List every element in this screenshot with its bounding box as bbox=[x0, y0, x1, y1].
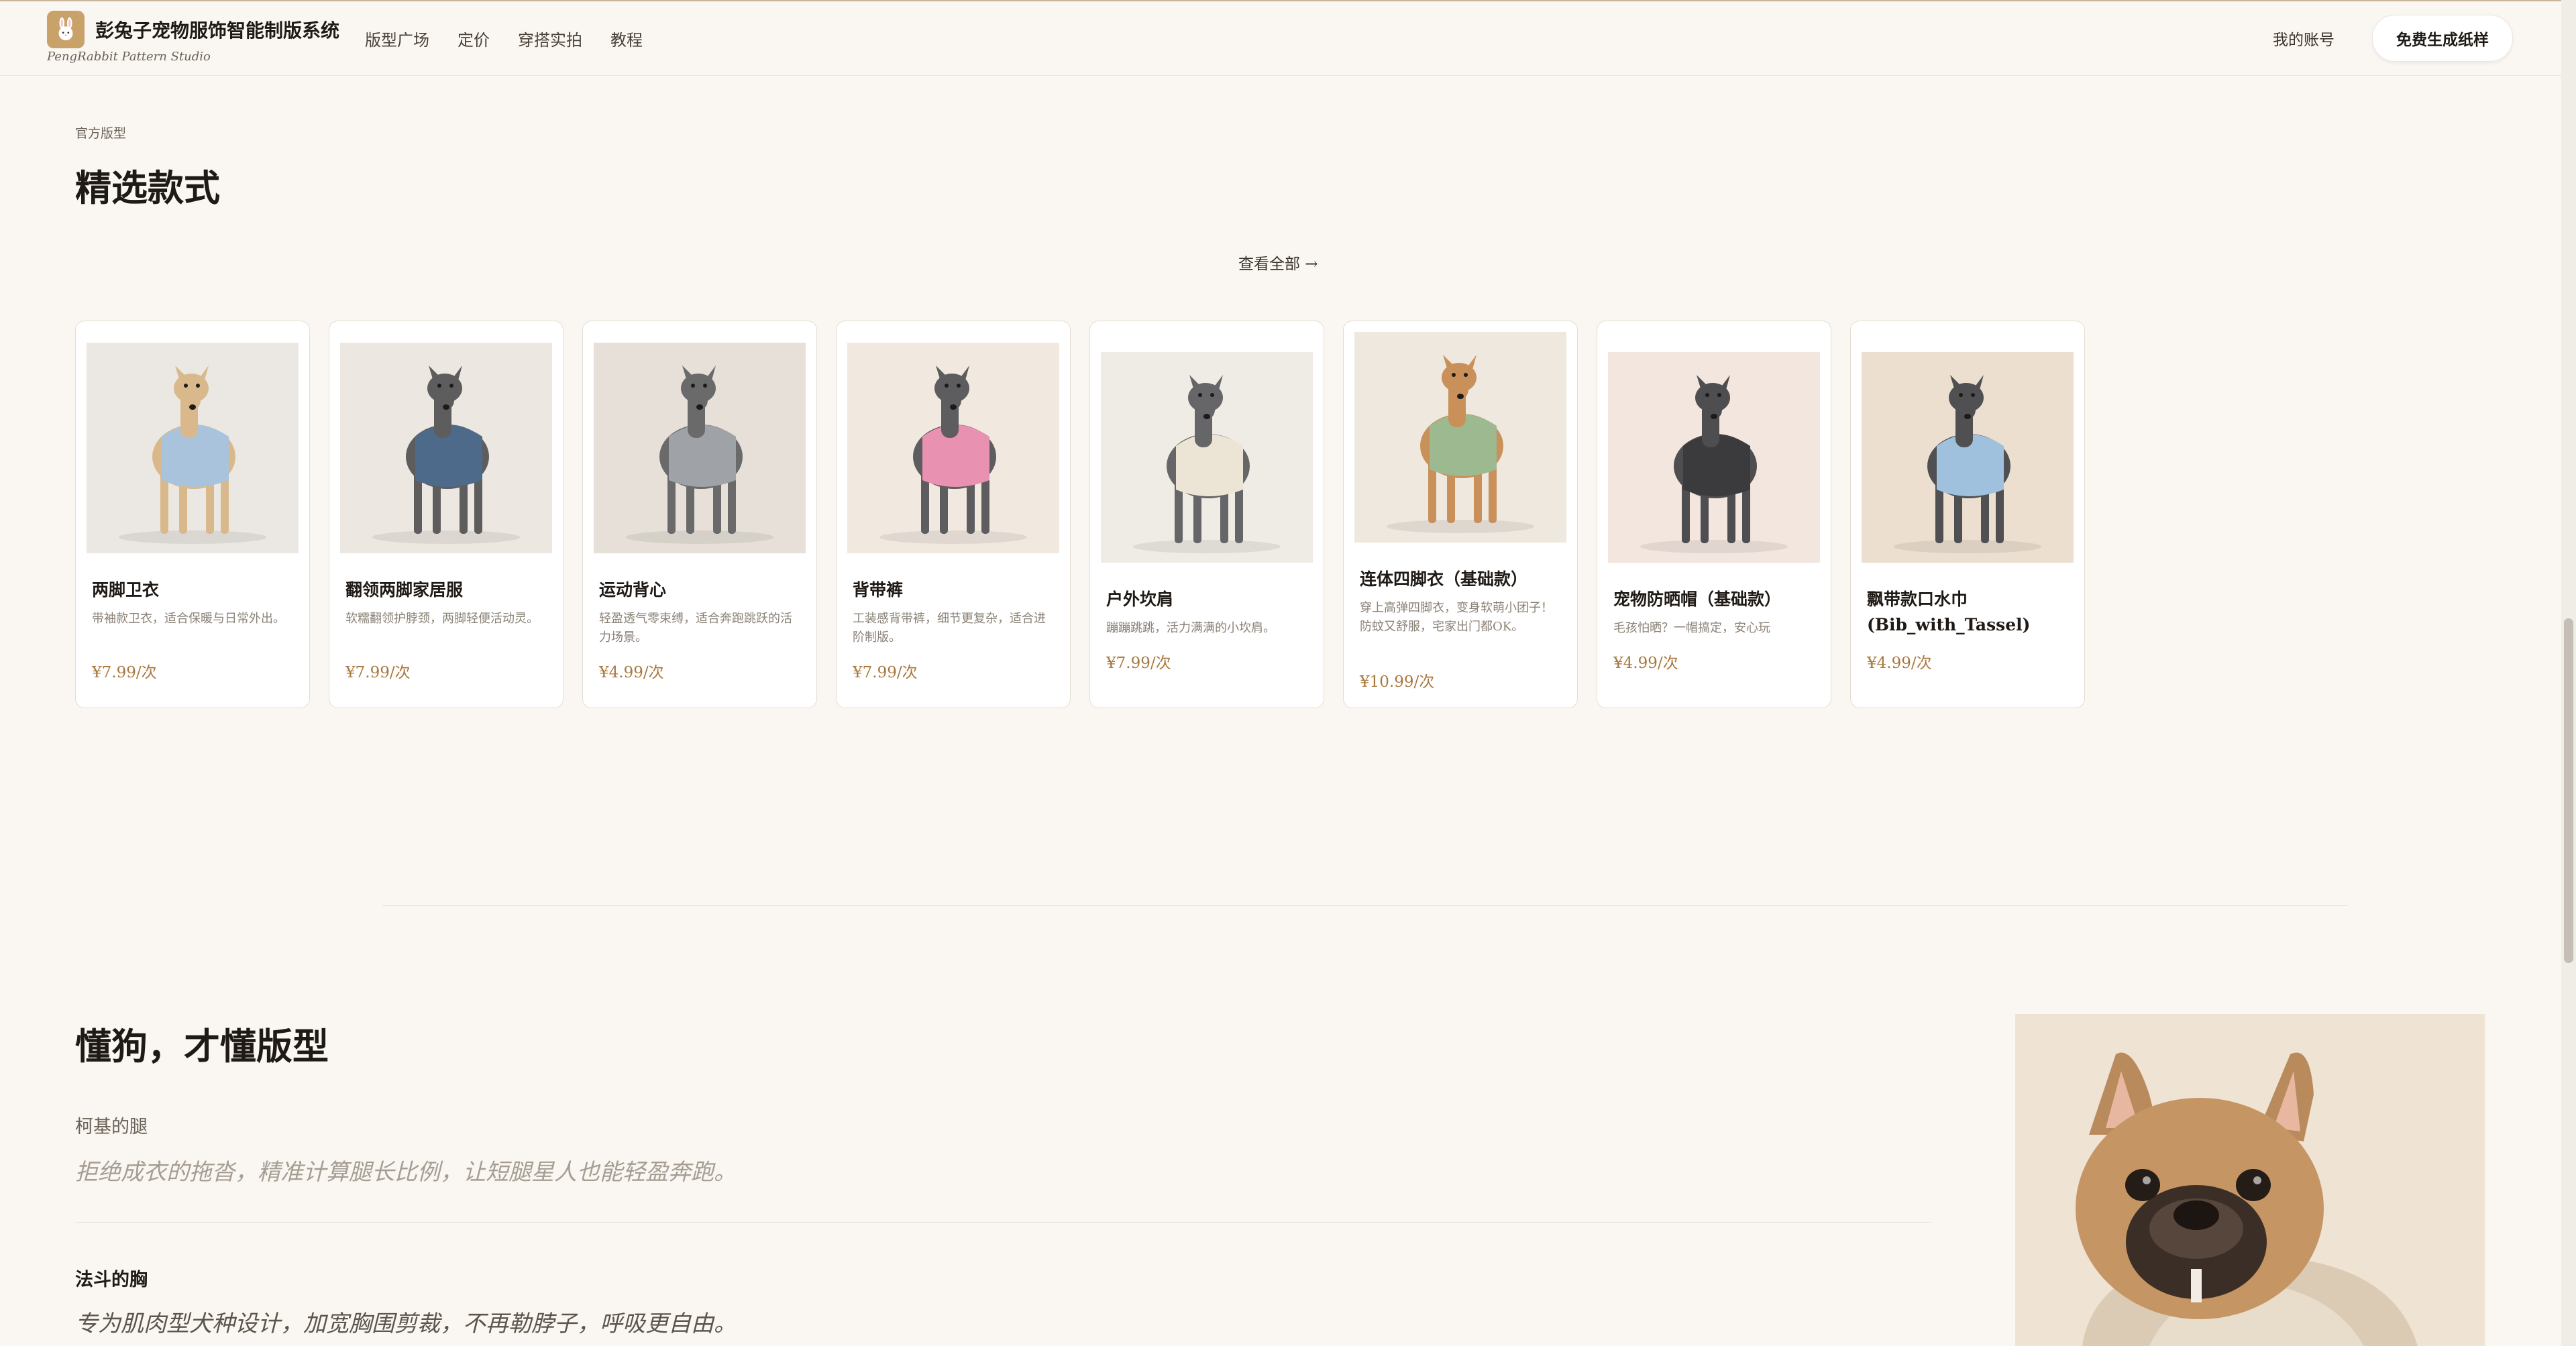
product-photo bbox=[594, 343, 806, 553]
view-all-link[interactable]: 查看全部 → bbox=[1238, 251, 1318, 274]
product-name: 连体四脚衣（基础款） bbox=[1360, 569, 1528, 589]
product-photo bbox=[1354, 332, 1566, 543]
product-price: ¥7.99/次 bbox=[92, 664, 157, 681]
product-photo bbox=[1101, 352, 1313, 563]
nav-item-outfits[interactable]: 穿搭实拍 bbox=[518, 27, 582, 50]
free-pattern-button[interactable]: 免费生成纸样 bbox=[2372, 15, 2513, 62]
product-name: 背带裤 bbox=[853, 580, 904, 600]
product-price: ¥4.99/次 bbox=[599, 664, 664, 681]
product-description: 蹦蹦跳跳，活力满满的小坎肩。 bbox=[1106, 621, 1275, 635]
nav-item-tutorials[interactable]: 教程 bbox=[610, 27, 643, 50]
main-nav: 版型广场 定价 穿搭实拍 教程 bbox=[365, 27, 643, 50]
product-description: 软糯翻领护脖颈，两脚轻便活动灵。 bbox=[345, 612, 539, 626]
product-price: ¥7.99/次 bbox=[1106, 655, 1171, 672]
product-description: 毛孩怕晒？一帽搞定，安心玩 bbox=[1613, 621, 1770, 635]
product-description: 工装感背带裤，细节更复杂，适合进阶制版。 bbox=[853, 612, 1046, 644]
product-price: ¥10.99/次 bbox=[1360, 673, 1435, 691]
nav-item-patterns[interactable]: 版型广场 bbox=[365, 27, 429, 50]
product-photo bbox=[1608, 352, 1820, 563]
product-card[interactable]: 翻领两脚家居服 软糯翻领护脖颈，两脚轻便活动灵。 ¥7.99/次 bbox=[329, 321, 564, 708]
product-card[interactable]: 两脚卫衣 带袖款卫衣，适合保暖与日常外出。 ¥7.99/次 bbox=[75, 321, 310, 708]
feature-divider bbox=[75, 1222, 1931, 1223]
account-link[interactable]: 我的账号 bbox=[2273, 27, 2334, 50]
section-eyebrow: 官方版型 bbox=[75, 126, 127, 141]
product-card[interactable]: 背带裤 工装感背带裤，细节更复杂，适合进阶制版。 ¥7.99/次 bbox=[836, 321, 1071, 708]
product-description: 轻盈透气零束缚，适合奔跑跳跃的活力场景。 bbox=[599, 612, 792, 644]
product-description: 带袖款卫衣，适合保暖与日常外出。 bbox=[92, 612, 285, 626]
product-card[interactable]: 连体四脚衣（基础款） 穿上高弹四脚衣，变身软萌小团子！防蚊又舒服，宅家出门都OK… bbox=[1343, 321, 1578, 708]
product-price: ¥7.99/次 bbox=[853, 664, 918, 681]
french-bulldog-photo bbox=[2015, 1014, 2485, 1346]
rabbit-icon[interactable] bbox=[47, 11, 85, 48]
product-photo bbox=[87, 343, 299, 553]
product-price: ¥4.99/次 bbox=[1867, 655, 1932, 672]
product-price: ¥7.99/次 bbox=[345, 664, 411, 681]
product-card[interactable]: 户外坎肩 蹦蹦跳跳，活力满满的小坎肩。 ¥7.99/次 bbox=[1089, 321, 1324, 708]
product-photo bbox=[847, 343, 1059, 553]
product-photo bbox=[1862, 352, 2074, 563]
section-title: 精选款式 bbox=[75, 166, 220, 209]
brand-title[interactable]: 彭兔子宠物服饰智能制版系统 bbox=[95, 16, 339, 43]
product-photo bbox=[340, 343, 552, 553]
feature-label: 柯基的腿 bbox=[75, 1117, 148, 1137]
product-card[interactable]: 飘带款口水巾(Bib_with_Tassel) ¥4.99/次 bbox=[1850, 321, 2085, 708]
feature-text: 拒绝成衣的拖沓，精准计算腿长比例，让短腿星人也能轻盈奔跑。 bbox=[75, 1159, 737, 1186]
section-divider bbox=[382, 905, 2348, 906]
product-name: 运动背心 bbox=[599, 580, 667, 600]
feature-label: 法斗的胸 bbox=[75, 1270, 148, 1290]
product-card[interactable]: 运动背心 轻盈透气零束缚，适合奔跑跳跃的活力场景。 ¥4.99/次 bbox=[582, 321, 817, 708]
product-name: 宠物防晒帽（基础款） bbox=[1613, 590, 1782, 609]
product-description: 穿上高弹四脚衣，变身软萌小团子！防蚊又舒服，宅家出门都OK。 bbox=[1360, 601, 1553, 634]
product-price: ¥4.99/次 bbox=[1613, 655, 1678, 672]
product-name: 飘带款口水巾(Bib_with_Tassel) bbox=[1867, 590, 2031, 634]
why-section-title: 懂狗，才懂版型 bbox=[75, 1025, 329, 1068]
scrollbar-thumb[interactable] bbox=[2564, 618, 2573, 963]
product-name: 两脚卫衣 bbox=[92, 580, 160, 600]
product-name: 户外坎肩 bbox=[1106, 590, 1174, 609]
product-card[interactable]: 宠物防晒帽（基础款） 毛孩怕晒？一帽搞定，安心玩 ¥4.99/次 bbox=[1597, 321, 1831, 708]
feature-text: 专为肌肉型犬种设计，加宽胸围剪裁，不再勒脖子，呼吸更自由。 bbox=[75, 1310, 737, 1337]
product-name: 翻领两脚家居服 bbox=[345, 580, 464, 600]
top-header: 彭兔子宠物服饰智能制版系统 PengRabbit Pattern Studio … bbox=[0, 0, 2563, 76]
nav-item-pricing[interactable]: 定价 bbox=[458, 27, 490, 50]
brand-subtitle: PengRabbit Pattern Studio bbox=[47, 50, 211, 64]
